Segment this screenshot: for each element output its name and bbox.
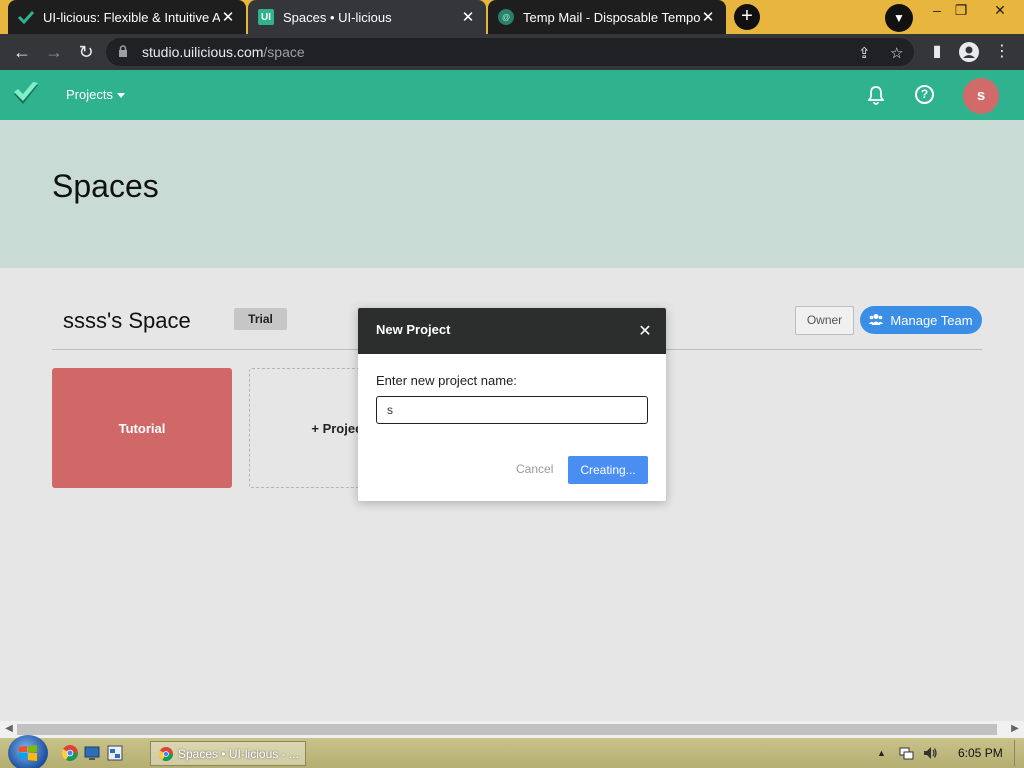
manage-team-label: Manage Team bbox=[890, 312, 973, 328]
temp-mail-favicon-icon: @ bbox=[498, 9, 514, 25]
bookmark-star-icon[interactable]: ☆ bbox=[890, 44, 903, 62]
uilicious-logo-icon[interactable] bbox=[12, 80, 40, 108]
horizontal-scrollbar[interactable]: ◀ ▶ bbox=[0, 721, 1024, 738]
tab-temp-mail[interactable]: @ Temp Mail - Disposable Tempora ✕ bbox=[488, 0, 726, 34]
page-hero: Spaces bbox=[0, 120, 1024, 268]
network-pinned-icon[interactable] bbox=[107, 745, 123, 761]
tab-title: UI-licious: Flexible & Intuitive Aut bbox=[43, 9, 220, 25]
tab-close-icon[interactable]: ✕ bbox=[220, 8, 236, 26]
user-avatar[interactable]: s bbox=[963, 78, 999, 114]
owner-button[interactable]: Owner bbox=[795, 306, 854, 335]
windows-taskbar: Spaces • UI-licious - ... ▲ 6:05 PM bbox=[0, 735, 1024, 768]
tab-close-icon[interactable]: ✕ bbox=[460, 8, 476, 26]
modal-header: New Project ✕ bbox=[358, 308, 666, 354]
taskbar-window-title: Spaces • UI-licious - ... bbox=[178, 746, 299, 761]
network-tray-icon[interactable] bbox=[898, 745, 914, 761]
windows-flag-icon bbox=[19, 745, 37, 761]
cancel-button[interactable]: Cancel bbox=[516, 462, 553, 476]
address-bar[interactable]: studio.uilicious.com/space ⇪ ☆ bbox=[106, 38, 914, 66]
scroll-right-arrow-icon[interactable]: ▶ bbox=[1008, 723, 1022, 734]
share-icon[interactable]: ⇪ bbox=[858, 44, 871, 62]
browser-tab-strip: UI-licious: Flexible & Intuitive Aut ✕ U… bbox=[0, 0, 1024, 34]
lock-icon bbox=[119, 45, 127, 57]
tab-search-chevron-icon[interactable]: ▼ bbox=[885, 4, 913, 32]
reload-icon[interactable]: ↻ bbox=[74, 40, 98, 64]
url-text: studio.uilicious.com/space bbox=[142, 44, 305, 60]
side-panel-icon[interactable]: ▮ bbox=[925, 40, 949, 64]
space-name: ssss's Space bbox=[63, 308, 191, 333]
profile-icon[interactable] bbox=[957, 40, 981, 64]
system-clock[interactable]: 6:05 PM bbox=[958, 746, 1003, 760]
create-project-button[interactable]: Creating... bbox=[568, 456, 648, 484]
forward-arrow-icon[interactable]: → bbox=[42, 40, 66, 64]
scroll-left-arrow-icon[interactable]: ◀ bbox=[2, 723, 16, 734]
manage-team-button[interactable]: Manage Team bbox=[860, 306, 982, 334]
show-desktop-button[interactable] bbox=[1014, 740, 1024, 766]
bell-icon[interactable] bbox=[866, 85, 886, 105]
taskbar-chrome-window[interactable]: Spaces • UI-licious - ... bbox=[150, 741, 306, 766]
tab-title: Temp Mail - Disposable Tempora bbox=[523, 9, 700, 25]
projects-menu-label: Projects bbox=[66, 87, 113, 102]
start-button[interactable] bbox=[8, 735, 48, 768]
uilicious-check-icon bbox=[18, 9, 34, 25]
app-header: Projects ? bbox=[0, 70, 1024, 120]
page-title: Spaces bbox=[52, 168, 159, 204]
browser-toolbar: ← → ↻ studio.uilicious.com/space ⇪ ☆ ▮ ⋮ bbox=[0, 34, 1024, 70]
tab-uilicious-home[interactable]: UI-licious: Flexible & Intuitive Aut ✕ bbox=[8, 0, 246, 34]
new-tab-button[interactable]: + bbox=[734, 4, 760, 30]
show-hidden-icons-arrow-icon[interactable]: ▲ bbox=[877, 748, 886, 758]
browser-menu-icon[interactable]: ⋮ bbox=[990, 40, 1014, 64]
team-icon bbox=[869, 313, 884, 328]
project-name-label: Enter new project name: bbox=[376, 373, 517, 388]
chrome-icon bbox=[159, 746, 173, 761]
project-card-tutorial[interactable]: Tutorial bbox=[52, 368, 232, 488]
tab-title: Spaces • UI-licious bbox=[283, 9, 392, 25]
tab-spaces[interactable]: UI Spaces • UI-licious ✕ bbox=[248, 0, 486, 34]
modal-close-icon[interactable]: ✕ bbox=[637, 321, 653, 341]
chrome-pinned-icon[interactable] bbox=[62, 745, 78, 761]
modal-title: New Project bbox=[376, 322, 451, 337]
desktop-pinned-icon[interactable] bbox=[84, 745, 100, 761]
project-card-label: Tutorial bbox=[118, 420, 166, 436]
tab-close-icon[interactable]: ✕ bbox=[700, 8, 716, 26]
projects-dropdown[interactable]: Projects bbox=[66, 87, 125, 102]
project-name-input[interactable] bbox=[376, 396, 648, 424]
help-icon[interactable]: ? bbox=[915, 85, 934, 104]
volume-icon[interactable] bbox=[922, 745, 938, 761]
new-project-modal: New Project ✕ Enter new project name: Ca… bbox=[358, 308, 666, 501]
plan-badge: Trial bbox=[234, 308, 287, 330]
scrollbar-thumb[interactable] bbox=[17, 724, 997, 735]
caret-down-icon bbox=[116, 93, 125, 99]
back-arrow-icon[interactable]: ← bbox=[10, 40, 34, 64]
window-close-button[interactable]: ✕ bbox=[980, 2, 1020, 19]
uilicious-favicon-icon: UI bbox=[258, 9, 274, 25]
window-restore-button[interactable]: ❐ bbox=[946, 2, 976, 19]
